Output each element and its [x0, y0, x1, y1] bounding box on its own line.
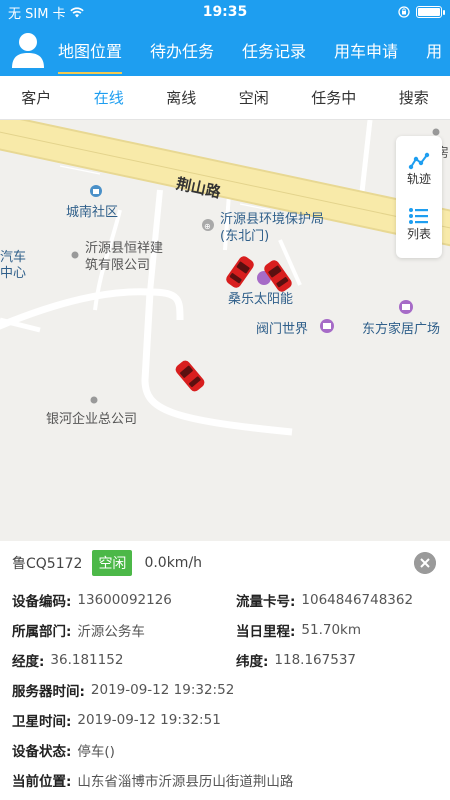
poi-label: 桑乐太阳能 [228, 292, 294, 307]
info-row: 所属部门: 沂源公务车 当日里程: 51.70km [12, 615, 438, 645]
device-status-label: 设备状态: [12, 744, 72, 760]
avatar-icon[interactable] [10, 30, 46, 70]
speed-value: 0.0km/h [144, 555, 203, 571]
sat-time-label: 卫星时间: [12, 714, 72, 730]
info-row: 卫星时间: 2019-09-12 19:32:51 [12, 705, 438, 735]
track-label: 轨迹 [406, 172, 431, 186]
status-badge: 空闲 [92, 550, 133, 576]
nav-tab-label: 用车申请 [334, 42, 399, 61]
map-side-panel: 轨迹 列表 [396, 136, 442, 258]
nav-tab-label: 待办任务 [150, 42, 215, 61]
filter-tab-idle[interactable]: 空闲 [239, 87, 269, 108]
lng-label: 经度: [12, 654, 45, 670]
filter-tab-search[interactable]: 搜索 [399, 87, 429, 108]
map-view[interactable]: ⊕ 荆山路 城南社区 沂源县环境保护局(东北门) 沂源县恒祥建筑有限公司 桑乐太… [0, 120, 450, 541]
nav-tab-apply[interactable]: 用车申请 [334, 24, 398, 76]
close-icon[interactable] [414, 552, 436, 574]
rotation-lock-icon [398, 6, 410, 18]
car-marker [226, 256, 254, 288]
list-label: 列表 [406, 227, 431, 241]
info-row: 设备状态: 停车() [12, 735, 438, 765]
track-button[interactable]: 轨迹 [407, 152, 431, 187]
filter-tab-on-task[interactable]: 任务中 [311, 87, 356, 108]
list-button[interactable]: 列表 [407, 207, 431, 242]
lat-label: 纬度: [236, 654, 269, 670]
plate-number: 鲁CQ5172 [12, 556, 83, 572]
poi-label: 汽车中心 [0, 250, 27, 281]
poi-label: 东方家居广场 [362, 322, 441, 337]
track-icon [408, 152, 430, 170]
nav-tab-more[interactable]: 用 [426, 24, 442, 76]
dept-label: 所属部门: [12, 624, 72, 640]
filter-tabs: 客户 在线 离线 空闲 任务中 搜索 [0, 76, 450, 120]
dept-value: 沂源公务车 [77, 624, 145, 640]
poi-label: 银河企业总公司 [46, 412, 138, 427]
vehicle-header: 鲁CQ5172 空闲 0.0km/h [12, 541, 438, 585]
filter-tab-offline[interactable]: 离线 [166, 87, 196, 108]
lat-value: 118.167537 [274, 652, 356, 668]
status-right [398, 6, 445, 18]
poi-label: 沂源县恒祥建筑有限公司 [85, 241, 164, 273]
carrier-text: 无 SIM 卡 [8, 6, 66, 22]
device-code-value: 13600092126 [77, 592, 172, 608]
filter-tab-customer[interactable]: 客户 [21, 87, 51, 108]
info-row: 经度: 36.181152 纬度: 118.167537 [12, 645, 438, 675]
info-row: 设备编码: 13600092126 流量卡号: 1064846748362 [12, 585, 438, 615]
nav-tab-label: 用 [426, 42, 443, 61]
top-nav: 地图位置 待办任务 任务记录 用车申请 用 [0, 24, 450, 76]
mileage-label: 当日里程: [236, 624, 296, 640]
location-label: 当前位置: [12, 774, 72, 790]
device-status-value: 停车() [77, 744, 115, 760]
info-row: 服务器时间: 2019-09-12 19:32:52 [12, 675, 438, 705]
nav-tab-map[interactable]: 地图位置 [58, 24, 123, 76]
nav-tab-todo[interactable]: 待办任务 [150, 24, 214, 76]
mileage-value: 51.70km [301, 622, 362, 638]
sim-value: 1064846748362 [301, 592, 414, 608]
status-bar: 无 SIM 卡 19:35 [0, 0, 450, 24]
server-time-label: 服务器时间: [12, 684, 85, 700]
sim-label: 流量卡号: [236, 594, 296, 610]
nav-tab-label: 地图位置 [58, 42, 123, 61]
filter-tab-online[interactable]: 在线 [94, 87, 124, 108]
nav-tab-label: 任务记录 [242, 42, 307, 61]
poi-label: 城南社区 [66, 205, 119, 220]
sat-time-value: 2019-09-12 19:32:51 [77, 712, 221, 728]
battery-icon [416, 6, 445, 18]
svg-text:⊕: ⊕ [204, 222, 211, 231]
list-icon [408, 208, 428, 224]
car-marker [175, 360, 205, 392]
server-time-value: 2019-09-12 19:32:52 [90, 682, 235, 698]
wifi-icon [69, 6, 84, 17]
info-row: 当前位置: 山东省淄博市沂源县历山街道荆山路 [12, 765, 438, 795]
device-code-label: 设备编码: [12, 594, 72, 610]
poi-label: 沂源县环境保护局(东北门) [220, 212, 325, 244]
poi-label: 阀门世界 [256, 322, 309, 337]
lng-value: 36.181152 [50, 652, 124, 668]
location-value: 山东省淄博市沂源县历山街道荆山路 [77, 774, 294, 790]
vehicle-info-panel: 鲁CQ5172 空闲 0.0km/h 设备编码: 13600092126 流量卡号… [0, 541, 450, 795]
nav-tab-records[interactable]: 任务记录 [242, 24, 306, 76]
status-left: 无 SIM 卡 [8, 3, 84, 22]
